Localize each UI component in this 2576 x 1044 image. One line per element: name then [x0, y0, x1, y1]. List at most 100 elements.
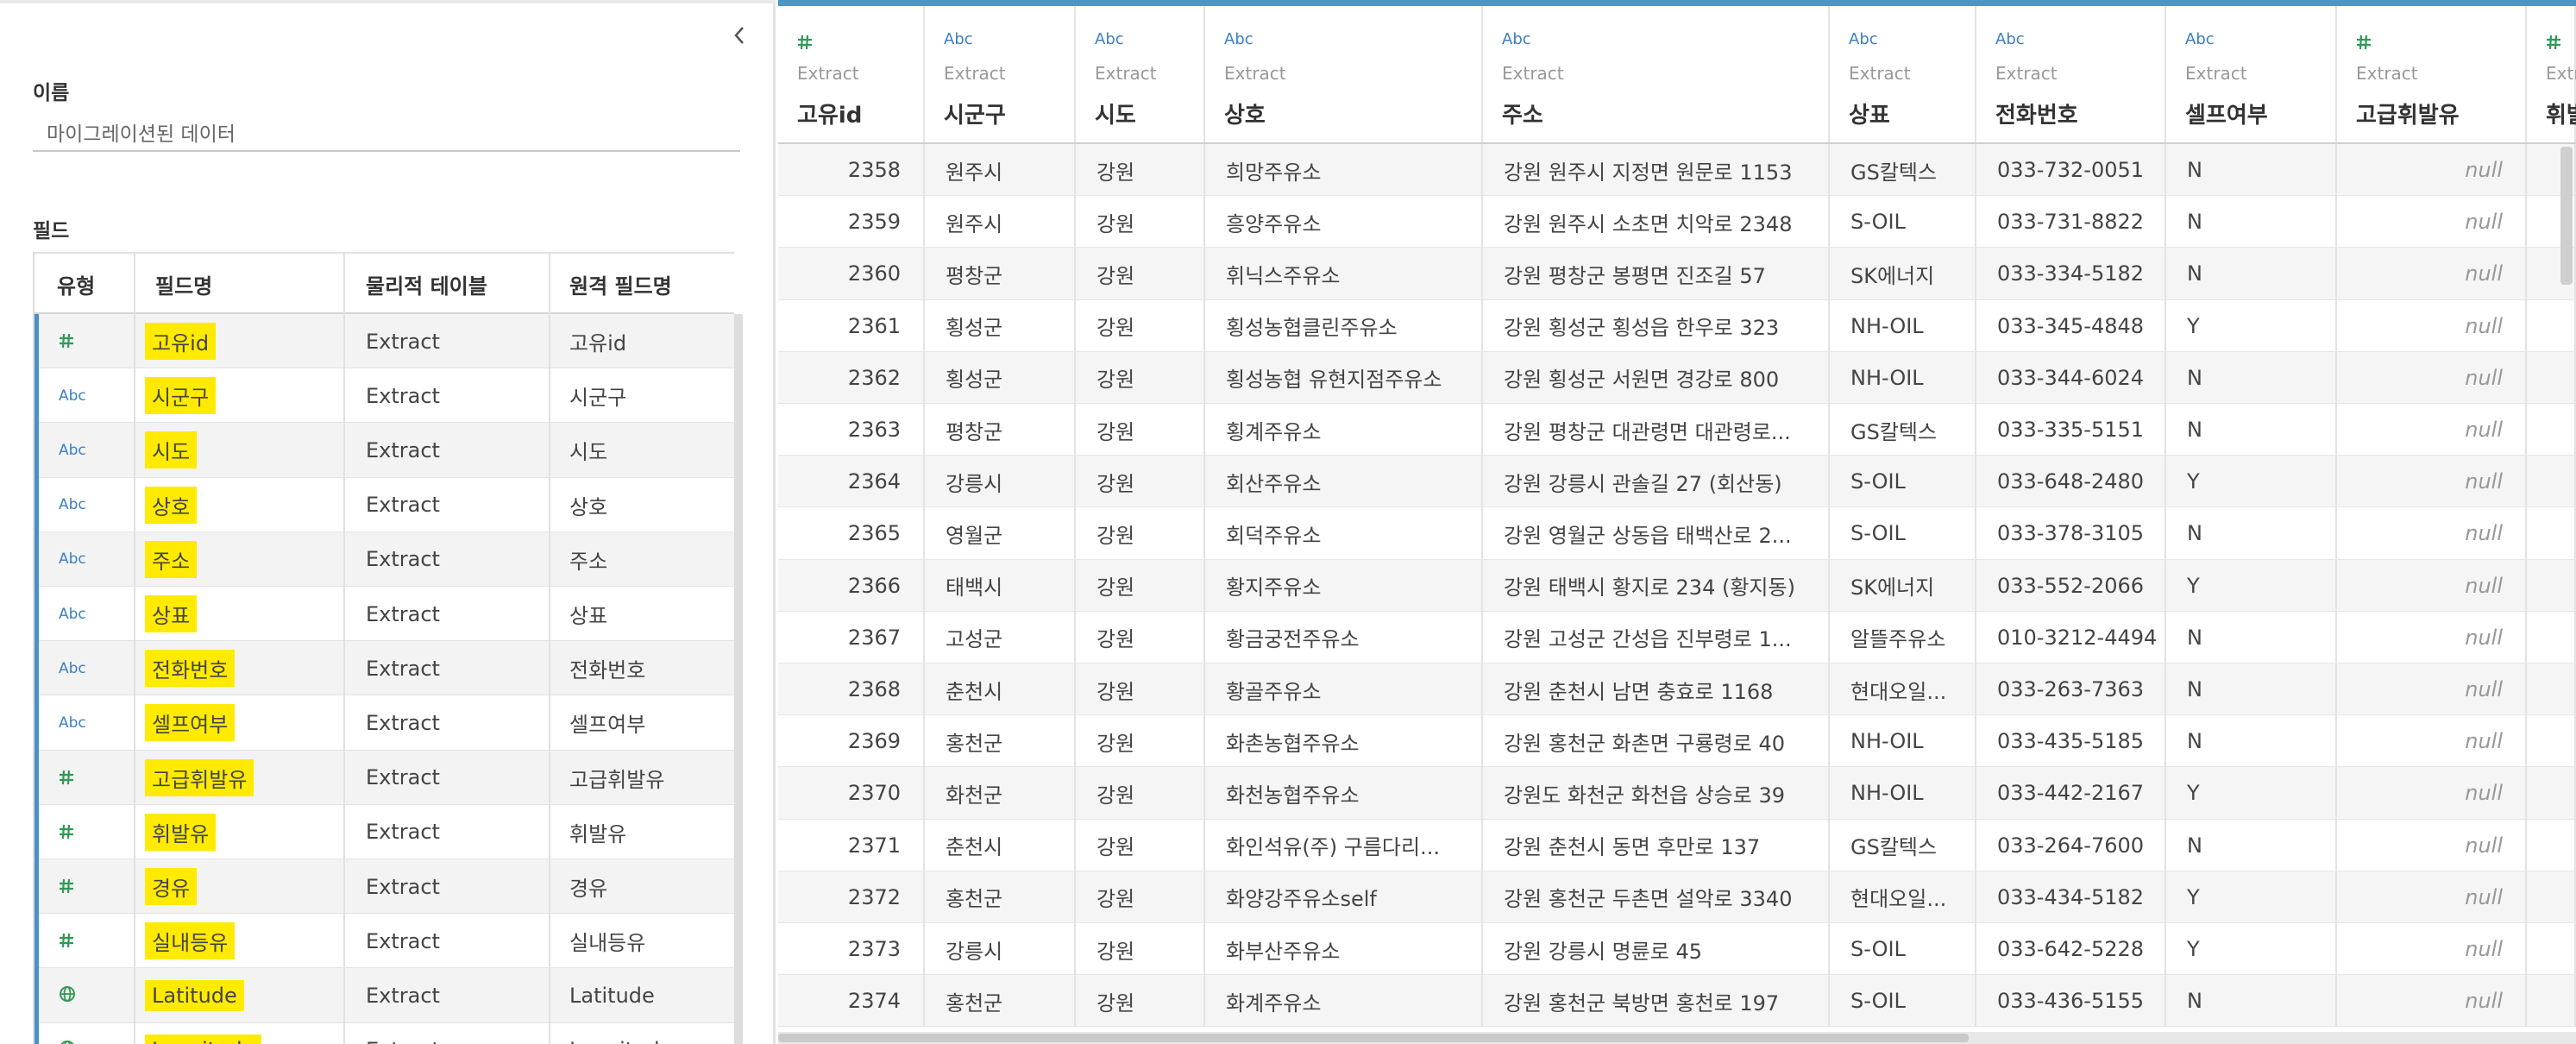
table-cell[interactable]: 강원 — [1076, 819, 1205, 871]
table-cell[interactable]: 2368 — [778, 664, 925, 716]
column-header-4[interactable]: Abc Extract 상호 — [1205, 6, 1483, 142]
table-cell[interactable]: 춘천시 — [925, 819, 1076, 871]
table-cell[interactable]: N — [2166, 715, 2337, 768]
table-cell[interactable]: 고성군 — [925, 611, 1076, 664]
table-cell[interactable]: 강원 원주시 소초면 치악로 2348 — [1483, 196, 1830, 248]
field-type-cell[interactable]: Abc — [59, 641, 86, 695]
table-cell[interactable]: 강원 — [1076, 144, 1205, 197]
field-name-cell[interactable]: 경유 — [145, 859, 198, 914]
table-cell[interactable]: 강원 — [1076, 715, 1205, 768]
table-cell[interactable]: SK에너지 — [1830, 248, 1976, 300]
column-header-field-name[interactable]: 필드명 — [155, 254, 212, 314]
table-cell[interactable]: 2370 — [778, 767, 925, 820]
table-cell[interactable]: Y — [2166, 299, 2337, 352]
field-name-cell[interactable]: Longitude — [145, 1023, 262, 1044]
table-cell[interactable]: 2367 — [778, 611, 925, 664]
table-cell[interactable]: 횡성군 — [925, 351, 1076, 404]
table-cell[interactable]: 2373 — [778, 923, 925, 976]
table-cell[interactable]: 평창군 — [925, 404, 1076, 456]
data-grid-horizontal-scrollbar[interactable] — [778, 1032, 2576, 1044]
table-row[interactable]: 2370 화천군 강원 화천농협주유소 강원도 화천군 화천읍 상승로 39 NH-OI… — [778, 767, 2576, 820]
table-cell[interactable]: SK에너지 — [1830, 559, 1976, 612]
table-cell[interactable]: 2360 — [778, 248, 925, 300]
field-type-cell[interactable]: Abc — [59, 368, 86, 423]
table-cell[interactable]: Y — [2166, 559, 2337, 612]
column-header-1[interactable]: Extract 고유id — [778, 6, 925, 142]
table-cell[interactable]: 회산주유소 — [1205, 456, 1483, 508]
table-cell[interactable]: 황금궁전주유소 — [1205, 611, 1483, 664]
table-cell[interactable]: S-OIL — [1830, 196, 1976, 248]
table-cell[interactable]: 2366 — [778, 559, 925, 612]
table-cell[interactable]: N — [2166, 404, 2337, 456]
table-cell[interactable]: 강원 — [1076, 299, 1205, 352]
column-header-2[interactable]: Abc Extract 시군구 — [925, 6, 1076, 142]
table-cell[interactable]: S-OIL — [1830, 456, 1976, 508]
table-cell[interactable]: N — [2166, 819, 2337, 871]
table-cell[interactable]: null — [2337, 975, 2527, 1028]
column-header-6[interactable]: Abc Extract 상표 — [1830, 6, 1976, 142]
field-row[interactable]: Abc 상호 Extract 상호 — [35, 477, 734, 532]
table-cell[interactable]: N — [2166, 196, 2337, 248]
table-cell[interactable]: 033-436-5155 — [1976, 975, 2166, 1028]
table-cell[interactable]: 2358 — [778, 144, 925, 197]
table-row[interactable]: 2364 강릉시 강원 회산주유소 강원 강릉시 관솔길 27 (회산동) S-OIL 03… — [778, 456, 2576, 508]
table-cell[interactable]: S-OIL — [1830, 923, 1976, 976]
table-cell[interactable]: 033-335-5151 — [1976, 404, 2166, 456]
table-cell[interactable]: 033-435-5185 — [1976, 715, 2166, 768]
table-cell[interactable]: 강원 — [1076, 871, 1205, 923]
field-grid-scrollbar[interactable] — [734, 314, 743, 1044]
field-row[interactable]: Latitude Extract Latitude — [35, 968, 734, 1023]
table-cell[interactable]: 강원 영월군 상동읍 태백산로 2... — [1483, 507, 1830, 560]
field-row[interactable]: Abc 전화번호 Extract 전화번호 — [35, 641, 734, 696]
collapse-panel-button[interactable] — [726, 22, 752, 52]
field-name-cell[interactable]: 시도 — [145, 423, 198, 477]
column-header-5[interactable]: Abc Extract 주소 — [1483, 6, 1830, 142]
table-cell[interactable]: 2359 — [778, 196, 925, 248]
table-cell[interactable]: 강원 — [1076, 404, 1205, 456]
field-type-cell[interactable] — [59, 914, 74, 968]
column-header-remote-field-name[interactable]: 원격 필드명 — [569, 254, 672, 314]
table-row[interactable]: 2365 영월군 강원 회덕주유소 강원 영월군 상동읍 태백산로 2... S-OIL 0… — [778, 507, 2576, 560]
table-cell[interactable]: 강원 — [1076, 975, 1205, 1028]
column-header-10[interactable]: Extract 휘발 — [2527, 6, 2576, 142]
table-row[interactable]: 2369 홍천군 강원 화촌농협주유소 강원 홍천군 화촌면 구룡령로 40 NH-OIL… — [778, 715, 2576, 768]
table-cell[interactable]: 033-345-4848 — [1976, 299, 2166, 352]
table-cell[interactable]: 2372 — [778, 871, 925, 923]
table-cell[interactable]: 원주시 — [925, 144, 1076, 197]
table-cell[interactable]: GS칼텍스 — [1830, 144, 1976, 197]
table-cell[interactable]: 화양강주유소self — [1205, 871, 1483, 923]
table-cell[interactable]: 033-648-2480 — [1976, 456, 2166, 508]
column-header-8[interactable]: Abc Extract 셀프여부 — [2166, 6, 2337, 142]
table-cell[interactable]: null — [2337, 559, 2527, 612]
scrollbar-thumb[interactable] — [778, 1034, 1969, 1042]
table-row[interactable]: 2367 고성군 강원 황금궁전주유소 강원 고성군 간성읍 진부령로 1... 알뜰주유… — [778, 611, 2576, 664]
field-name-cell[interactable]: 셀프여부 — [145, 695, 236, 750]
table-cell[interactable]: N — [2166, 144, 2337, 197]
table-row[interactable]: 2361 횡성군 강원 횡성농협클린주유소 강원 횡성군 횡성읍 한우로 323 NH-O… — [778, 299, 2576, 352]
table-cell[interactable]: 홍천군 — [925, 715, 1076, 768]
table-cell[interactable]: 2369 — [778, 715, 925, 768]
table-cell[interactable]: 강원 횡성군 횡성읍 한우로 323 — [1483, 299, 1830, 352]
table-cell[interactable]: 강원 강릉시 명륜로 45 — [1483, 923, 1830, 976]
table-row[interactable]: 2373 강릉시 강원 화부산주유소 강원 강릉시 명륜로 45 S-OIL 033-642… — [778, 923, 2576, 976]
table-cell[interactable]: Y — [2166, 767, 2337, 820]
table-cell[interactable]: 홍천군 — [925, 871, 1076, 923]
field-name-cell[interactable]: 시군구 — [145, 368, 217, 423]
table-cell[interactable]: 강원 — [1076, 559, 1205, 612]
table-cell[interactable]: 2365 — [778, 507, 925, 560]
field-row[interactable]: Abc 주소 Extract 주소 — [35, 531, 734, 587]
table-cell[interactable]: 강릉시 — [925, 456, 1076, 508]
table-cell[interactable]: 강원 태백시 황지로 234 (황지동) — [1483, 559, 1830, 612]
table-cell[interactable]: 춘천시 — [925, 664, 1076, 716]
table-cell[interactable]: N — [2166, 611, 2337, 664]
table-cell[interactable]: null — [2337, 144, 2527, 197]
table-cell[interactable]: 화인석유(주) 구름다리... — [1205, 819, 1483, 871]
field-name-cell[interactable]: 전화번호 — [145, 641, 236, 695]
table-cell[interactable]: 현대오일... — [1830, 871, 1976, 923]
table-cell[interactable]: 033-434-5182 — [1976, 871, 2166, 923]
field-type-cell[interactable]: Abc — [59, 423, 86, 477]
table-cell[interactable]: 033-263-7363 — [1976, 664, 2166, 716]
table-cell[interactable]: 010-3212-4494 — [1976, 611, 2166, 664]
table-cell[interactable]: null — [2337, 507, 2527, 560]
table-cell[interactable]: 강릉시 — [925, 923, 1076, 976]
